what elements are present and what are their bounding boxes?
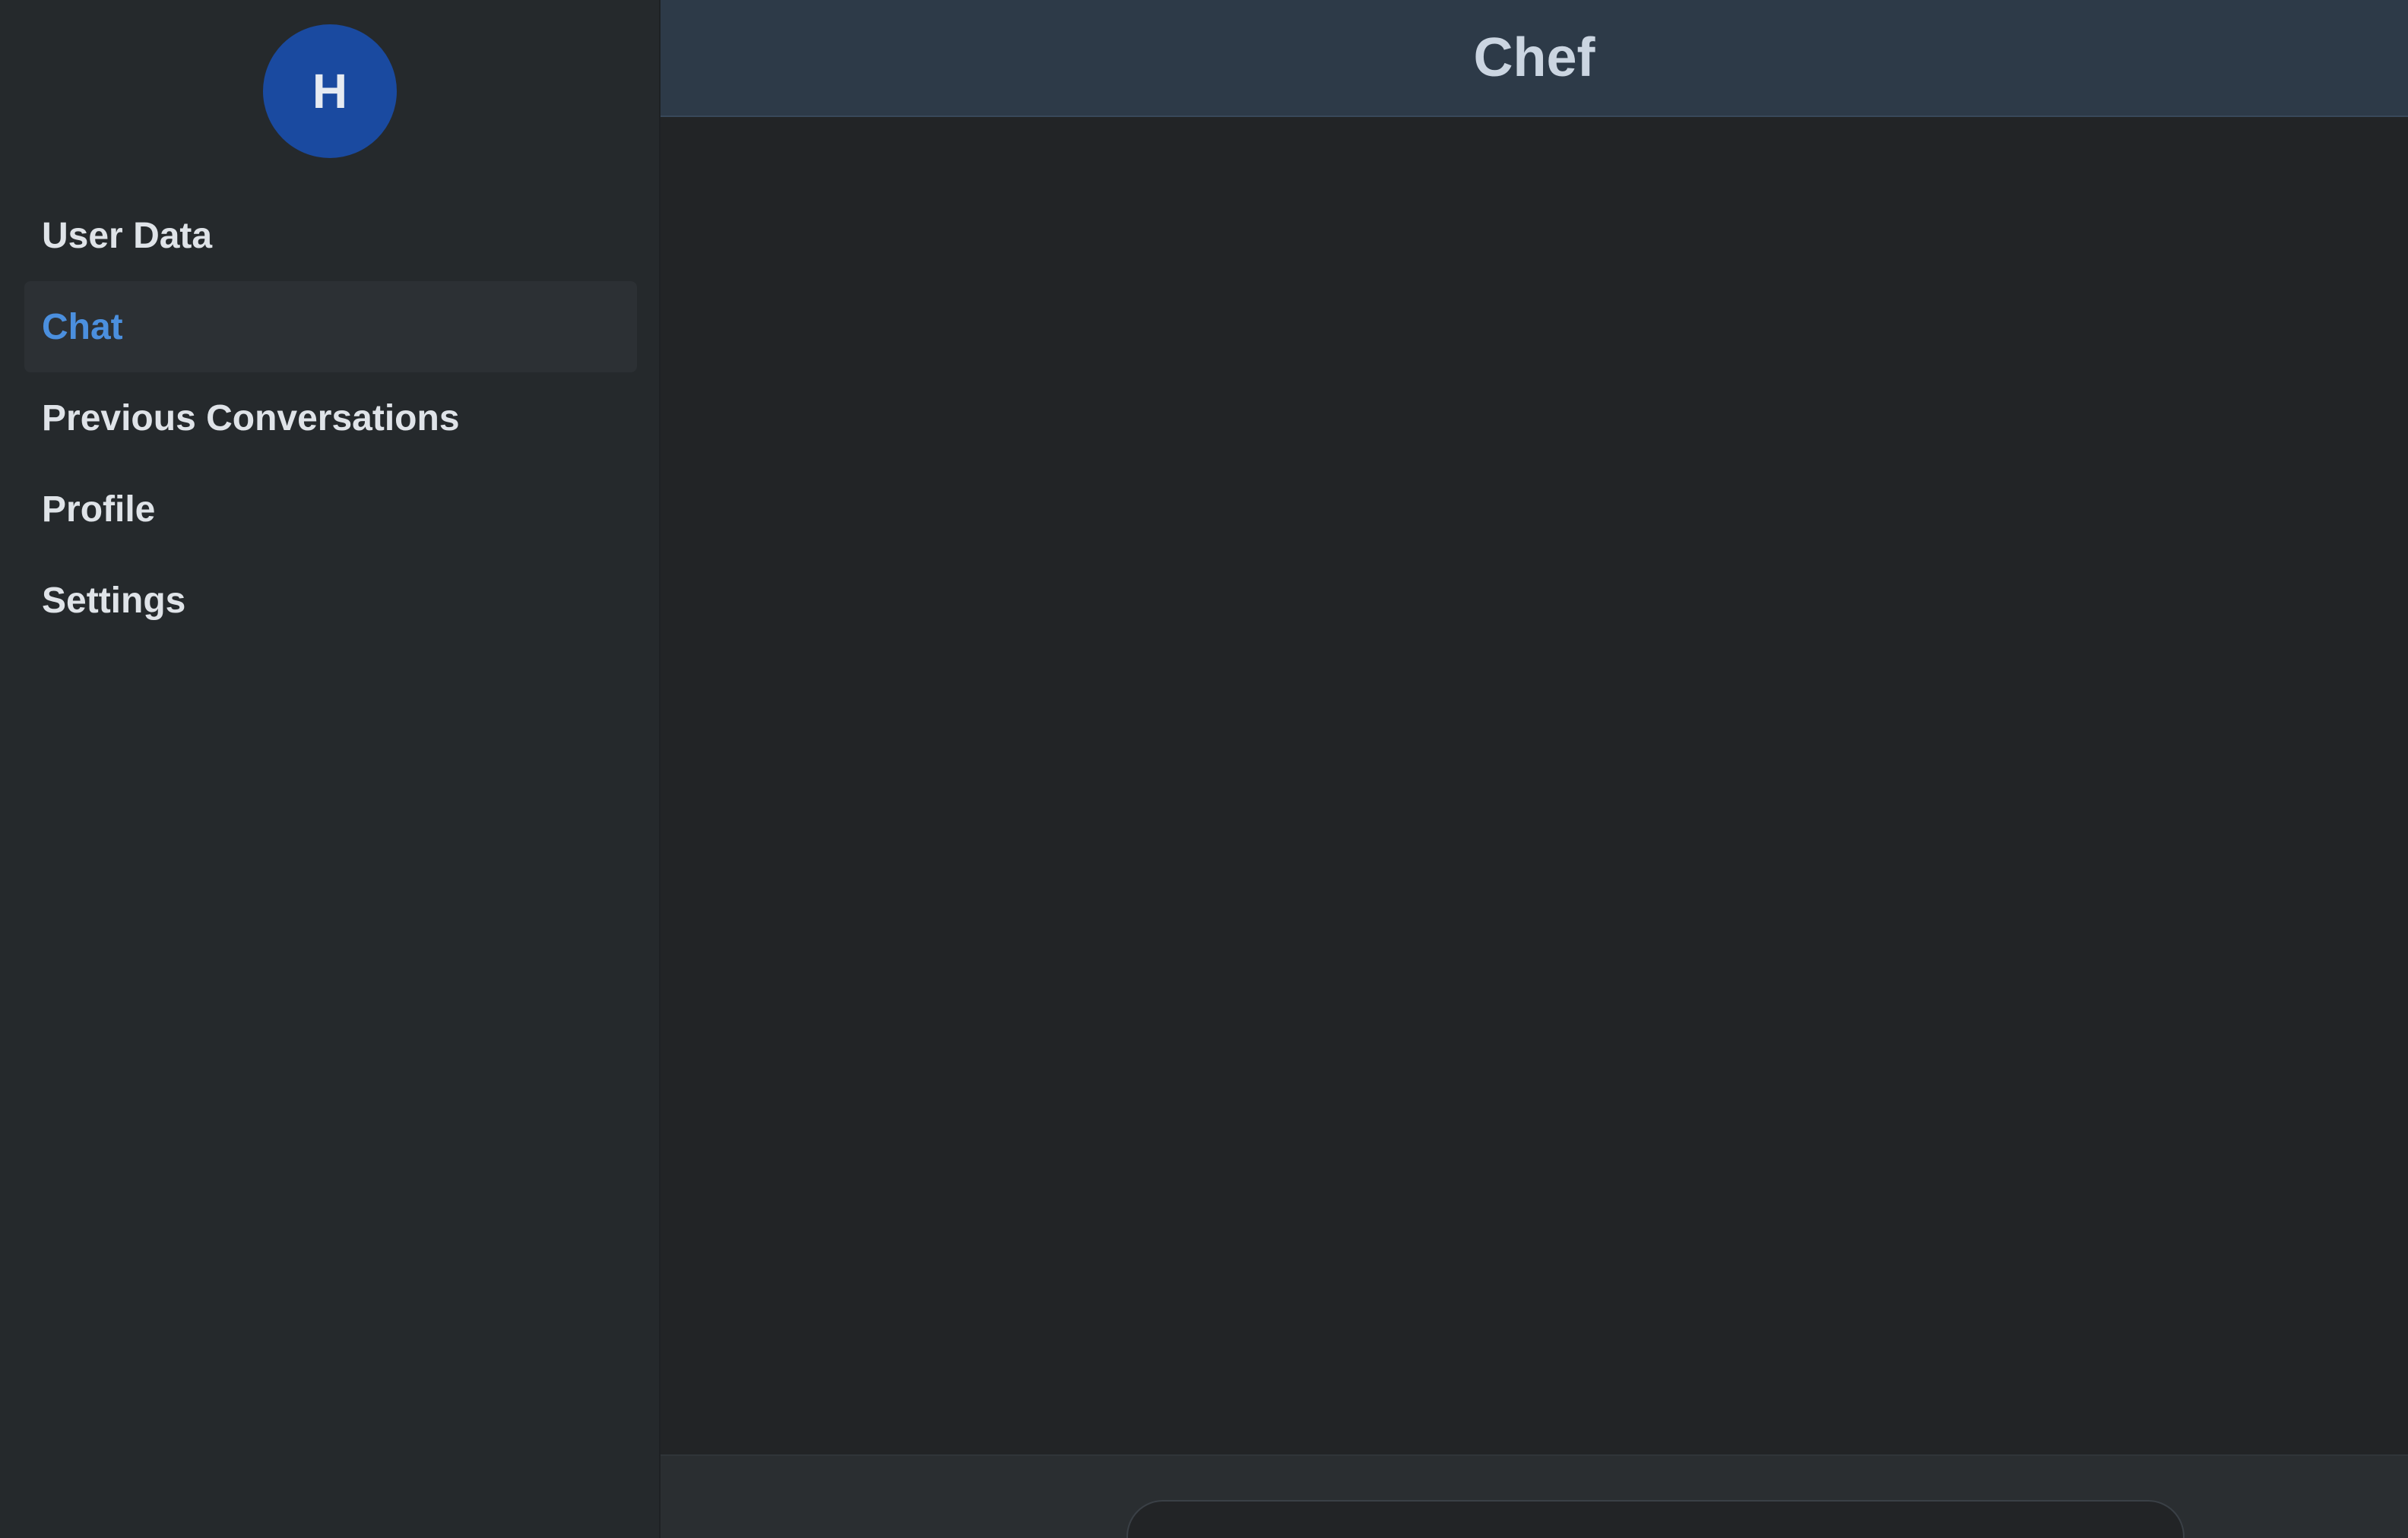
- sidebar-item-chat[interactable]: Chat: [24, 281, 637, 372]
- sidebar-item-label: Chat: [42, 306, 123, 347]
- app-window: H User Data Chat Previous Conversations …: [0, 0, 2408, 1538]
- sidebar-item-label: Profile: [42, 489, 156, 530]
- sidebar: H User Data Chat Previous Conversations …: [0, 0, 661, 1538]
- avatar[interactable]: H: [263, 24, 397, 158]
- avatar-initial: H: [312, 64, 348, 119]
- chat-messages-area[interactable]: [661, 117, 2408, 1454]
- message-input[interactable]: [1126, 1500, 2185, 1538]
- sidebar-item-previous-conversations[interactable]: Previous Conversations: [24, 372, 637, 464]
- sidebar-item-label: User Data: [42, 215, 213, 256]
- sidebar-item-profile[interactable]: Profile: [24, 464, 637, 555]
- chat-header: Chef: [661, 0, 2408, 117]
- sidebar-item-settings[interactable]: Settings: [24, 555, 637, 646]
- sidebar-item-label: Settings: [42, 580, 186, 621]
- sidebar-item-user-data[interactable]: User Data: [24, 190, 637, 281]
- sidebar-item-label: Previous Conversations: [42, 397, 460, 438]
- page-title: Chef: [1473, 27, 1595, 88]
- sidebar-nav: User Data Chat Previous Conversations Pr…: [24, 190, 637, 646]
- composer-bar: [661, 1454, 2408, 1538]
